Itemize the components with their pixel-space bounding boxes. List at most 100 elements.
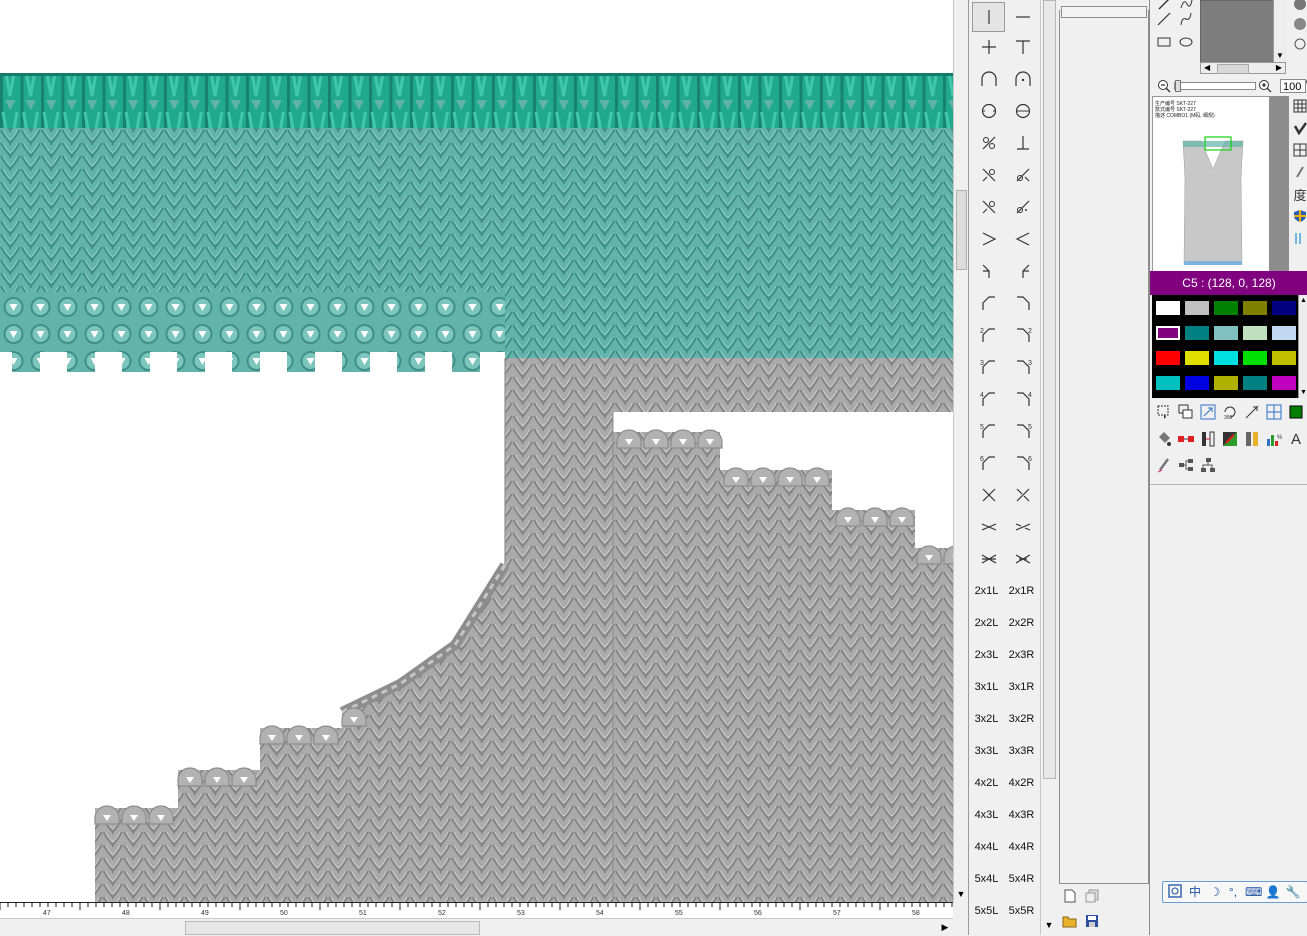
open-folder-icon[interactable] [1061, 912, 1079, 930]
stitch-x-icon[interactable] [972, 480, 1005, 510]
copy-rect-icon[interactable] [1176, 402, 1196, 422]
cable-4x4l-button[interactable]: 4x4L [970, 832, 1003, 862]
stitch-transfer-5-left-icon[interactable]: 5 [972, 416, 1005, 446]
keyboard-lang-icon[interactable] [1167, 884, 1183, 900]
stitch-transfer-3-left-icon[interactable]: 3 [972, 352, 1005, 382]
copy-file-icon[interactable] [1083, 887, 1101, 905]
fill-color-icon[interactable] [1286, 402, 1306, 422]
color-swatch[interactable] [1184, 325, 1210, 341]
stitch-transfer-2-left-icon[interactable]: 2 [972, 320, 1005, 350]
shield-icon[interactable] [1290, 206, 1307, 226]
ime-status-bar[interactable]: 中 ☽ °, ⌨ 👤 🔧 [1162, 881, 1307, 903]
stitch-diag-c-icon[interactable] [972, 192, 1005, 222]
link-red-icon[interactable] [1176, 429, 1196, 449]
stitch-diag-a-icon[interactable] [972, 160, 1005, 190]
stitch-transfer-3-right-icon[interactable]: 3 [1006, 352, 1039, 382]
color-swatch[interactable] [1213, 300, 1239, 316]
cable-5x4l-button[interactable]: 5x4L [970, 864, 1003, 894]
stitch-y-l-icon[interactable] [972, 256, 1005, 286]
list-tab[interactable] [1061, 6, 1147, 18]
pen-icon[interactable] [1290, 162, 1307, 182]
new-file-icon[interactable] [1061, 887, 1079, 905]
small-brush-icon[interactable] [1290, 34, 1307, 54]
color-swatch[interactable] [1242, 375, 1268, 391]
stitch-diag-b-icon[interactable] [1006, 160, 1039, 190]
cable-2x1r-button[interactable]: 2x1R [1005, 576, 1038, 606]
stitch-—-icon[interactable] [1006, 2, 1039, 32]
stitch-cross-4-icon[interactable] [1006, 544, 1039, 574]
color-swatch[interactable] [1271, 375, 1297, 391]
layout-icon[interactable] [1290, 140, 1307, 160]
color-swatch[interactable] [1184, 375, 1210, 391]
stitch-transfer-4-left-icon[interactable]: 4 [972, 384, 1005, 414]
zoom-in-icon[interactable] [1255, 76, 1275, 96]
color-swatch[interactable] [1213, 325, 1239, 341]
color-swatch[interactable] [1242, 350, 1268, 366]
color-swap-icon[interactable] [1220, 429, 1240, 449]
bars-icon[interactable] [1290, 228, 1307, 248]
zoom-slider-thumb[interactable] [1175, 80, 1181, 92]
color-swatch[interactable] [1184, 350, 1210, 366]
stitch-transfer-4-right-icon[interactable]: 4 [1006, 384, 1039, 414]
node-tree-icon[interactable] [1176, 455, 1196, 475]
stitch-transfer-6-right-icon[interactable]: 6 [1006, 448, 1039, 478]
hscroll-thumb[interactable] [185, 921, 480, 935]
scale-icon[interactable] [1198, 402, 1218, 422]
file-list[interactable] [1059, 6, 1149, 884]
save-icon[interactable] [1083, 912, 1101, 930]
scroll-down-arrow-icon[interactable]: ▼ [1043, 919, 1055, 931]
color-swatch[interactable] [1213, 350, 1239, 366]
cable-2x3l-button[interactable]: 2x3L [970, 640, 1003, 670]
text-tool-icon[interactable]: A [1286, 429, 1306, 449]
color-swatch[interactable] [1155, 325, 1181, 341]
cable-4x2r-button[interactable]: 4x2R [1005, 768, 1038, 798]
cable-4x3l-button[interactable]: 4x3L [970, 800, 1003, 830]
stitch-y-r-icon[interactable] [1006, 256, 1039, 286]
mirror-icon[interactable] [1242, 402, 1262, 422]
cable-4x4r-button[interactable]: 4x4R [1005, 832, 1038, 862]
stitch-x-alt-icon[interactable] [1006, 480, 1039, 510]
cable-2x1l-button[interactable]: 2x1L [970, 576, 1003, 606]
check-icon[interactable] [1290, 118, 1307, 138]
zoom-value-field[interactable]: 100 [1280, 79, 1306, 93]
cable-3x1r-button[interactable]: 3x1R [1005, 672, 1038, 702]
color-preview-box[interactable] [1200, 0, 1275, 64]
user-icon[interactable]: 👤 [1265, 884, 1281, 900]
cable-5x5l-button[interactable]: 5x5L [970, 896, 1003, 926]
select-rect-icon[interactable] [1154, 402, 1174, 422]
cable-2x2r-button[interactable]: 2x2R [1005, 608, 1038, 638]
stitch-+-icon[interactable] [972, 32, 1005, 62]
knit-canvas[interactable] [0, 0, 953, 902]
canvas-horizontal-scrollbar[interactable]: ▶ [0, 918, 953, 936]
large-brush-icon[interactable] [1290, 14, 1307, 34]
color-swatch[interactable] [1242, 325, 1268, 341]
stitch-<-icon[interactable] [1006, 224, 1039, 254]
grid-icon[interactable] [1290, 96, 1307, 116]
stitch-cross-3-icon[interactable] [972, 544, 1005, 574]
repeat-icon[interactable] [1264, 402, 1284, 422]
stitch-circle-v-icon[interactable] [1006, 96, 1039, 126]
cable-5x5r-button[interactable]: 5x5R [1005, 896, 1038, 926]
stitch-tuck-i-icon[interactable] [1006, 128, 1039, 158]
cable-4x3r-button[interactable]: 4x3R [1005, 800, 1038, 830]
stitch-cross-2-icon[interactable] [1006, 512, 1039, 542]
stitch-transfer-2-right-icon[interactable]: 2 [1006, 320, 1039, 350]
ellipse-tool-icon[interactable] [1176, 32, 1196, 52]
cable-3x2r-button[interactable]: 3x2R [1005, 704, 1038, 734]
round-brush-icon[interactable] [1290, 0, 1307, 14]
cable-3x3r-button[interactable]: 3x3R [1005, 736, 1038, 766]
rectangle-tool-icon[interactable] [1154, 32, 1174, 52]
color-swatch[interactable] [1213, 375, 1239, 391]
color-swatch[interactable] [1155, 300, 1181, 316]
stitch-|-icon[interactable] [972, 2, 1005, 32]
punctuation-icon[interactable]: °, [1225, 884, 1241, 900]
cable-4x2l-button[interactable]: 4x2L [970, 768, 1003, 798]
stitch-transfer-5-right-icon[interactable]: 5 [1006, 416, 1039, 446]
stitch-palette-scrollbar[interactable]: ▼ [1040, 0, 1057, 935]
cable-3x3l-button[interactable]: 3x3L [970, 736, 1003, 766]
line-tool-icon[interactable] [1154, 9, 1174, 29]
degree-icon[interactable]: 度 [1290, 184, 1307, 204]
color-swatch[interactable] [1271, 300, 1297, 316]
canvas-vertical-scrollbar[interactable]: ▼ [953, 0, 968, 902]
stitch-tuck-l-icon[interactable] [972, 128, 1005, 158]
